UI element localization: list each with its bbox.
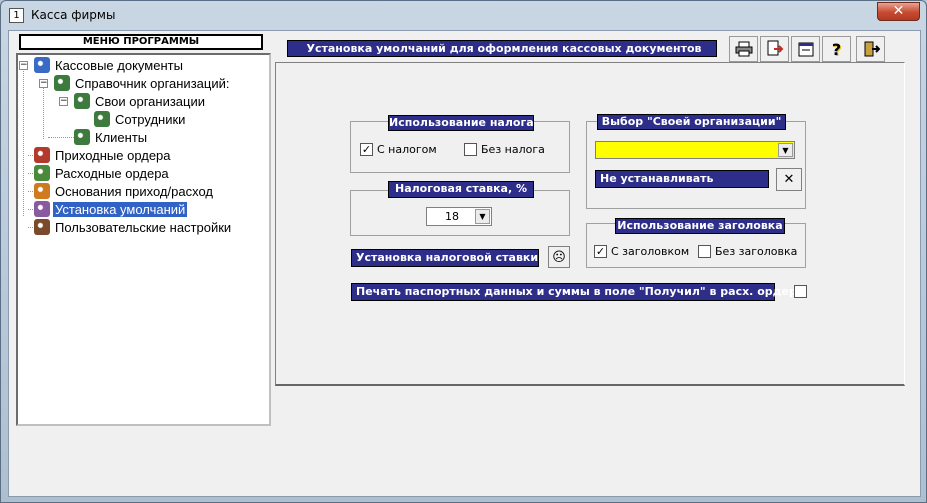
export-button[interactable] <box>760 36 789 62</box>
tree-item[interactable]: Справочник организаций: <box>54 74 231 92</box>
gear-group-icon <box>54 75 70 91</box>
help-icon: ? <box>831 39 842 59</box>
tree-item-label: Установка умолчаний <box>53 201 188 217</box>
properties-button[interactable] <box>791 36 820 62</box>
person-settings-icon <box>34 201 50 217</box>
tree-item-label: Сотрудники <box>115 111 186 127</box>
checkbox-box[interactable] <box>464 143 477 156</box>
tree-item-label: Пользовательские настройки <box>55 219 232 235</box>
tree-item[interactable]: Расходные ордера <box>34 164 171 182</box>
exit-icon <box>864 41 880 57</box>
exit-button[interactable] <box>856 36 885 62</box>
tax-rate-value: 18 <box>445 210 459 223</box>
page-title: Установка умолчаний для оформления кассо… <box>287 40 717 57</box>
with-tax-label: С налогом <box>377 143 437 156</box>
collapse-icon[interactable]: − <box>19 61 28 70</box>
close-icon: ✕ <box>783 172 795 187</box>
main-window: 1 Касса фирмы ✕ МЕНЮ ПРОГРАММЫ − − − Кас… <box>0 0 927 503</box>
set-tax-rate-button[interactable]: ☹ <box>548 246 570 268</box>
without-header-checkbox[interactable]: Без заголовка <box>698 245 797 258</box>
passport-print-checkbox[interactable] <box>794 285 811 298</box>
own-org-select[interactable]: ▼ <box>595 141 795 159</box>
without-header-label: Без заголовка <box>715 245 798 258</box>
set-tax-rate-label: Установка налоговой ставки <box>351 249 539 267</box>
tree-item-label: Справочник организаций: <box>75 75 230 91</box>
with-tax-checkbox[interactable]: ✓ С налогом <box>360 143 437 156</box>
collapse-icon[interactable]: − <box>59 97 68 106</box>
tree-item-label: Расходные ордера <box>55 165 169 181</box>
checkbox-box[interactable]: ✓ <box>360 143 373 156</box>
close-button[interactable]: ✕ <box>877 2 920 21</box>
menu-header: МЕНЮ ПРОГРАММЫ <box>19 34 263 50</box>
checkbox-box[interactable] <box>698 245 711 258</box>
tax-usage-title: Использование налога <box>388 115 534 131</box>
reset-org-button[interactable]: ✕ <box>776 168 802 191</box>
settings-panel: Использование налога ✓ С налогом Без нал… <box>275 62 905 386</box>
passport-print-label: Печать паспортных данных и суммы в поле … <box>351 283 804 301</box>
without-tax-checkbox[interactable]: Без налога <box>464 143 545 156</box>
tree-item[interactable]: Установка умолчаний <box>34 200 188 218</box>
book-icon <box>34 219 50 235</box>
without-tax-label: Без налога <box>481 143 545 156</box>
tree-item-label: Приходные ордера <box>55 147 171 163</box>
tree-item[interactable]: Клиенты <box>74 128 149 146</box>
tree-item-label: Свои организации <box>95 93 205 109</box>
help-button[interactable]: ? <box>822 36 851 62</box>
header-usage-title: Использование заголовка <box>615 218 785 234</box>
tree-item-label: Кассовые документы <box>55 57 183 73</box>
reset-org-label: Не устанавливать <box>595 170 769 188</box>
tree-item[interactable]: Пользовательские настройки <box>34 218 233 236</box>
person-in-icon <box>34 147 50 163</box>
checkbox-box[interactable] <box>794 285 807 298</box>
app-icon: 1 <box>9 8 24 23</box>
chevron-down-icon[interactable]: ▼ <box>778 143 793 157</box>
gear-group-icon <box>74 129 90 145</box>
own-org-title: Выбор "Своей организации" <box>597 114 786 130</box>
tree-item[interactable]: Кассовые документы <box>34 56 185 74</box>
tree-item[interactable]: Приходные ордера <box>34 146 173 164</box>
title-bar[interactable]: 1 Касса фирмы ✕ <box>1 1 926 29</box>
sad-face-icon: ☹ <box>552 249 566 265</box>
users-icon <box>34 57 50 73</box>
own-org-group <box>586 121 806 209</box>
collapse-icon[interactable]: − <box>39 79 48 88</box>
tax-rate-title: Налоговая ставка, % <box>388 181 534 198</box>
chevron-down-icon[interactable]: ▼ <box>475 209 490 224</box>
tree-item[interactable]: Свои организации <box>74 92 207 110</box>
gear-group-icon <box>74 93 90 109</box>
checkbox-box[interactable]: ✓ <box>594 245 607 258</box>
client-area: МЕНЮ ПРОГРАММЫ − − − Кассовые документы С… <box>8 30 921 497</box>
person-out-icon <box>34 165 50 181</box>
tree-item[interactable]: Основания приход/расход <box>34 182 215 200</box>
window-title: Касса фирмы <box>31 8 116 22</box>
gear-group-icon <box>94 111 110 127</box>
tree-item-label: Клиенты <box>95 129 148 145</box>
with-header-label: С заголовком <box>611 245 690 258</box>
printer-icon <box>735 41 752 57</box>
export-icon <box>767 40 783 56</box>
person-gear-icon <box>34 183 50 199</box>
tree-item-label: Основания приход/расход <box>55 183 213 199</box>
properties-icon <box>798 42 813 57</box>
print-button[interactable] <box>729 36 758 62</box>
menu-tree[interactable]: − − − Кассовые документы Справочник орган… <box>16 53 271 426</box>
tree-item[interactable]: Сотрудники <box>94 110 187 128</box>
with-header-checkbox[interactable]: ✓ С заголовком <box>594 245 689 258</box>
tax-rate-select[interactable]: 18 ▼ <box>426 207 492 226</box>
